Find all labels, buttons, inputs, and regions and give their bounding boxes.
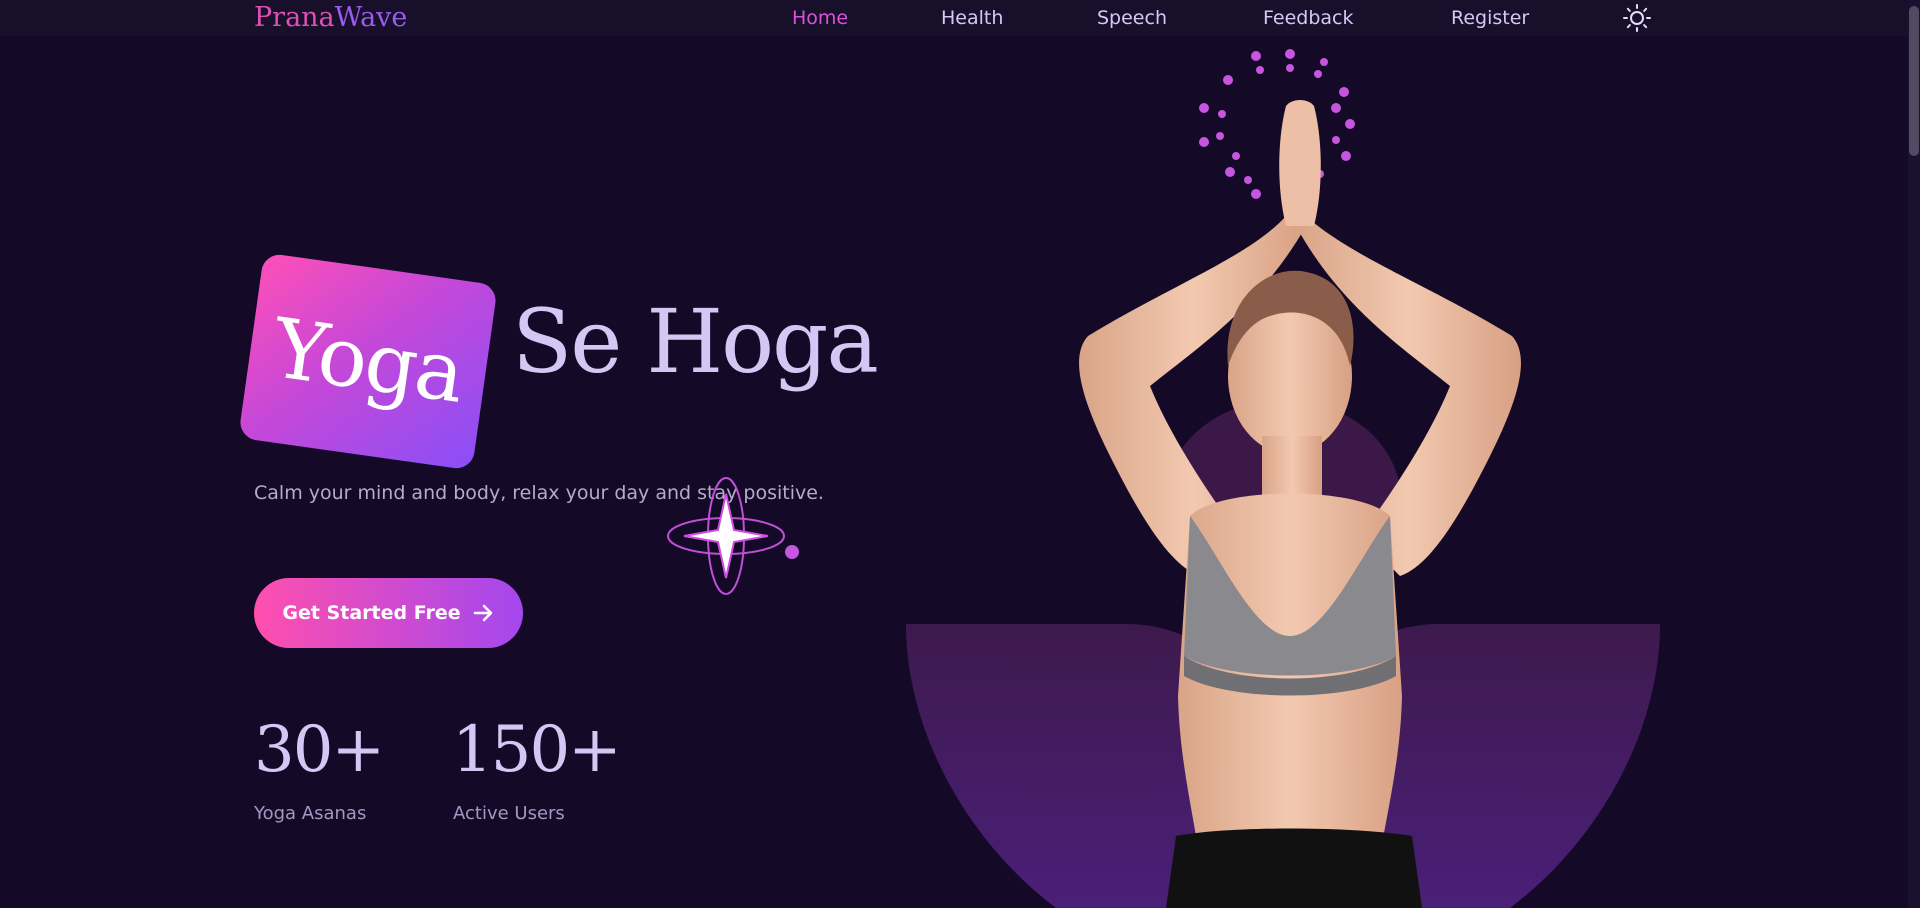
scrollbar[interactable] bbox=[1908, 0, 1920, 908]
nav-home[interactable]: Home bbox=[792, 5, 848, 31]
stat-asanas-label: Yoga Asanas bbox=[254, 803, 367, 824]
nav-feedback[interactable]: Feedback bbox=[1263, 5, 1353, 31]
nav-register[interactable]: Register bbox=[1451, 5, 1529, 31]
nav-health[interactable]: Health bbox=[941, 5, 1003, 31]
stat-users-value: 150+ bbox=[452, 713, 622, 787]
scrollbar-thumb[interactable] bbox=[1909, 6, 1919, 156]
hero-title: Se Hoga bbox=[512, 290, 879, 393]
theme-toggle-button[interactable] bbox=[1622, 3, 1652, 33]
hero-title-highlight: Yoga bbox=[238, 252, 498, 471]
stat-users-label: Active Users bbox=[453, 803, 565, 824]
arrow-right-icon bbox=[473, 604, 492, 622]
nav-speech[interactable]: Speech bbox=[1097, 5, 1167, 31]
get-started-button[interactable]: Get Started Free bbox=[254, 578, 523, 648]
stat-asanas-value: 30+ bbox=[254, 713, 385, 787]
logo-prefix: Prana bbox=[254, 2, 335, 33]
yoga-model-image bbox=[1079, 100, 1521, 908]
logo-suffix: Wave bbox=[334, 2, 408, 33]
hero-title-highlight-text: Yoga bbox=[267, 300, 469, 422]
get-started-label: Get Started Free bbox=[282, 602, 461, 624]
sun-icon bbox=[1623, 4, 1651, 32]
sparkle-decoration bbox=[667, 477, 799, 595]
navbar: PranaWave Home Health Speech Feedback Re… bbox=[0, 0, 1920, 36]
brand-logo[interactable]: PranaWave bbox=[254, 1, 407, 35]
